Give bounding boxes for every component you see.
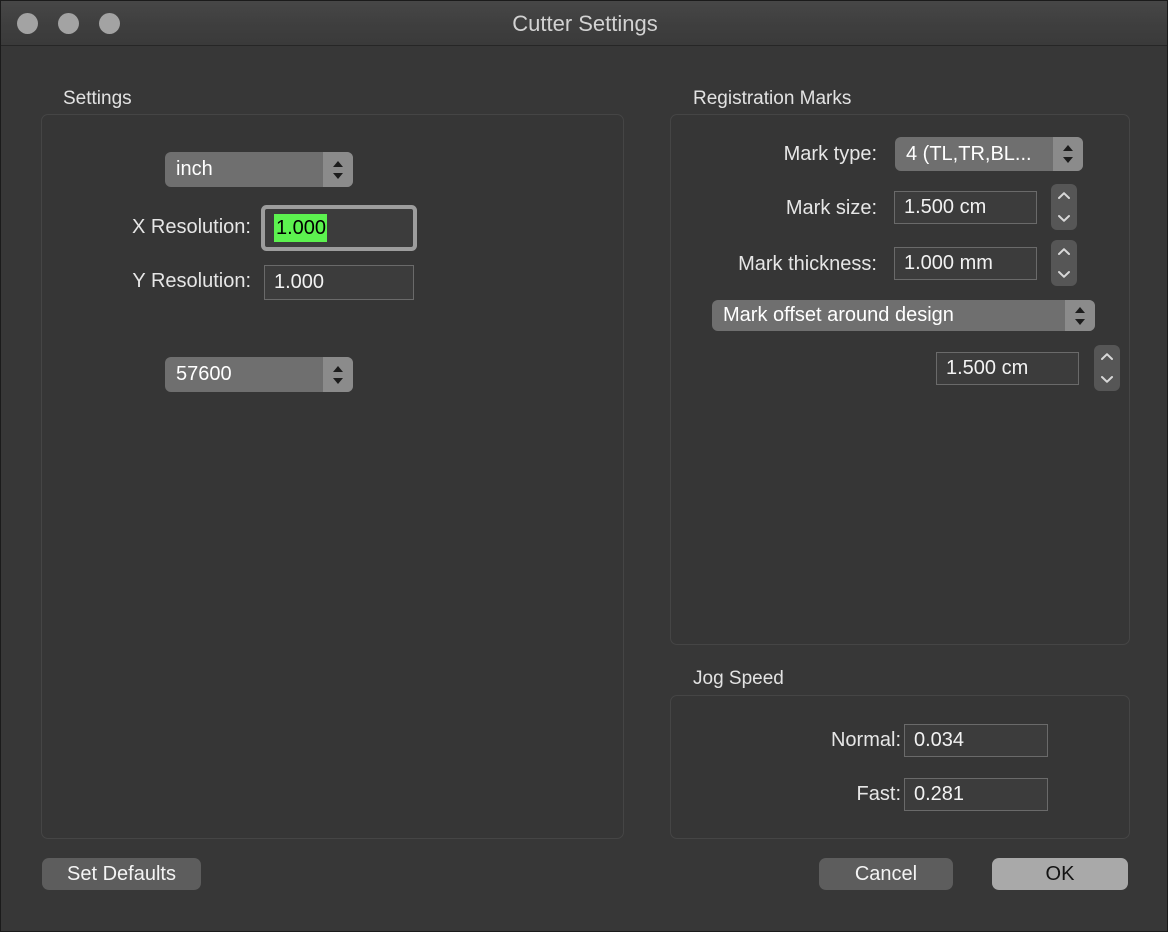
chevron-up-down-icon (323, 357, 353, 392)
registration-marks-group-title: Registration Marks (693, 88, 852, 109)
chevron-up-down-icon (323, 152, 353, 187)
stepper-increment-icon[interactable] (1051, 240, 1077, 263)
settings-group-title: Settings (63, 88, 132, 109)
mark-thickness-label: Mark thickness: (738, 253, 877, 275)
stepper-increment-icon[interactable] (1094, 345, 1120, 368)
chevron-up-down-icon (1053, 137, 1083, 171)
jog-normal-label: Normal: (830, 729, 901, 751)
mark-size-input[interactable]: 1.500 cm (894, 191, 1037, 224)
jog-speed-group-title: Jog Speed (693, 668, 784, 689)
stepper-decrement-icon[interactable] (1051, 207, 1077, 230)
mark-type-popup-button[interactable]: 4 (TL,TR,BL... (895, 137, 1083, 171)
jog-speed-group-box (670, 695, 1130, 839)
mark-offset-mode-popup-button[interactable]: Mark offset around design (712, 300, 1095, 331)
mark-type-label: Mark type: (783, 143, 877, 165)
jog-normal-input[interactable]: 0.034 (904, 724, 1048, 757)
jog-fast-label: Fast: (856, 783, 901, 805)
set-defaults-button[interactable]: Set Defaults (42, 858, 201, 890)
units-popup-button[interactable]: inch (165, 152, 353, 187)
x-resolution-input[interactable]: 1.000 (265, 209, 413, 247)
y-resolution-input[interactable]: 1.000 (264, 265, 414, 300)
y-resolution-label: Y Resolution: (132, 270, 251, 292)
x-resolution-value: 1.000 (274, 214, 328, 242)
stepper-decrement-icon[interactable] (1094, 368, 1120, 391)
stepper-decrement-icon[interactable] (1051, 263, 1077, 286)
x-resolution-label: X Resolution: (132, 216, 251, 238)
mark-size-label: Mark size: (785, 197, 877, 219)
cancel-button[interactable]: Cancel (819, 858, 953, 890)
mark-thickness-input[interactable]: 1.000 mm (894, 247, 1037, 280)
baud-popup-button[interactable]: 57600 (165, 357, 353, 392)
ok-button[interactable]: OK (992, 858, 1128, 890)
window-title: Cutter Settings (512, 11, 658, 36)
units-popup-value: inch (176, 158, 213, 180)
stepper-increment-icon[interactable] (1051, 184, 1077, 207)
mark-offset-value-input[interactable]: 1.500 cm (936, 352, 1079, 385)
mark-offset-stepper[interactable] (1094, 345, 1120, 391)
jog-fast-input[interactable]: 0.281 (904, 778, 1048, 811)
chevron-up-down-icon (1065, 300, 1095, 331)
mark-thickness-stepper[interactable] (1051, 240, 1077, 286)
cutter-settings-window: Cutter Settings Settings Units: inch X R… (0, 0, 1168, 932)
baud-popup-value: 57600 (176, 363, 232, 385)
mark-size-stepper[interactable] (1051, 184, 1077, 230)
mark-type-popup-value: 4 (TL,TR,BL... (906, 142, 1032, 165)
mark-offset-mode-value: Mark offset around design (723, 304, 954, 326)
window-titlebar: Cutter Settings (1, 1, 1167, 46)
